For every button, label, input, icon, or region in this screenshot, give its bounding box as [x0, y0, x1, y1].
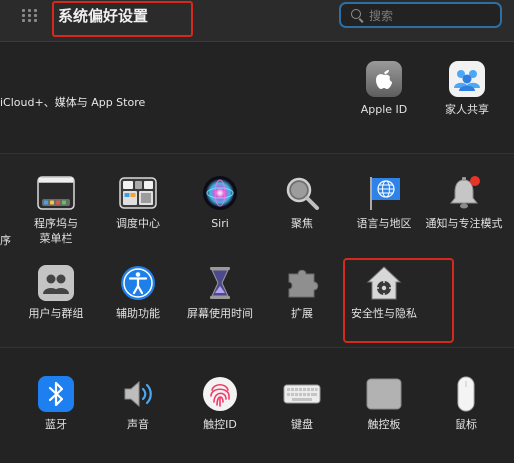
bell-icon	[445, 174, 483, 212]
language-flag-icon	[365, 174, 403, 212]
notifications-label: 通知与专注模式	[425, 217, 503, 230]
title-highlight-box	[52, 1, 193, 37]
pref-users-groups[interactable]: 用户与群组	[16, 264, 96, 321]
pref-touch-id[interactable]: 触控ID	[180, 375, 260, 432]
mission-control-label: 调度中心	[116, 217, 160, 230]
account-section: iCloud+、媒体与 App Store Apple ID 家人共享	[0, 42, 514, 154]
touch-id-label: 触控ID	[203, 418, 237, 431]
cut-off-label: 序	[0, 234, 11, 247]
sound-label: 声音	[127, 418, 149, 431]
mouse-icon	[447, 375, 485, 413]
trackpad-icon	[365, 375, 403, 413]
bluetooth-icon	[37, 375, 75, 413]
accessibility-label: 辅助功能	[116, 307, 160, 320]
pref-mouse[interactable]: 鼠标	[426, 375, 506, 432]
mouse-label: 鼠标	[455, 418, 477, 431]
spotlight-label: 聚焦	[291, 217, 313, 230]
toolbar: 系统偏好设置	[0, 0, 514, 42]
puzzle-piece-icon	[283, 264, 321, 302]
pref-language-region[interactable]: 语言与地区	[344, 174, 424, 231]
language-region-label: 语言与地区	[356, 217, 412, 230]
pref-screen-time[interactable]: 屏幕使用时间	[180, 264, 260, 321]
apple-id-label: Apple ID	[360, 103, 408, 116]
pref-spotlight[interactable]: 聚焦	[262, 174, 342, 231]
speaker-icon	[119, 375, 157, 413]
users-groups-label: 用户与群组	[28, 307, 84, 320]
pref-siri[interactable]: Siri	[180, 174, 260, 231]
search-field[interactable]	[339, 2, 502, 28]
trackpad-label: 触控板	[367, 418, 401, 431]
account-subtitle: iCloud+、媒体与 App Store	[0, 96, 146, 109]
family-sharing-label: 家人共享	[445, 103, 489, 116]
pref-mission-control[interactable]: 调度中心	[98, 174, 178, 231]
show-all-grid-icon[interactable]	[22, 9, 40, 23]
pref-apple-id[interactable]: Apple ID	[344, 60, 424, 117]
pref-dock-menubar[interactable]: 程序坞与 菜单栏	[16, 174, 96, 246]
search-input[interactable]	[367, 6, 491, 26]
pref-trackpad[interactable]: 触控板	[344, 375, 424, 432]
pref-sound[interactable]: 声音	[98, 375, 178, 432]
dock-label-line1: 程序坞与	[34, 217, 78, 230]
extensions-label: 扩展	[291, 307, 313, 320]
pref-accessibility[interactable]: 辅助功能	[98, 264, 178, 321]
keyboard-label: 键盘	[291, 418, 313, 431]
siri-label: Siri	[211, 217, 229, 230]
accessibility-icon	[119, 264, 157, 302]
fingerprint-icon	[201, 375, 239, 413]
mission-control-icon	[119, 174, 157, 212]
keyboard-icon	[283, 375, 321, 413]
hourglass-icon	[201, 264, 239, 302]
screen-time-label: 屏幕使用时间	[187, 307, 253, 320]
pref-extensions[interactable]: 扩展	[262, 264, 342, 321]
bluetooth-label: 蓝牙	[45, 418, 67, 431]
pref-notifications-focus[interactable]: 通知与专注模式	[424, 174, 504, 231]
apple-id-icon	[365, 60, 403, 98]
dock-label-line2: 菜单栏	[39, 232, 73, 245]
siri-icon	[201, 174, 239, 212]
pref-bluetooth[interactable]: 蓝牙	[16, 375, 96, 432]
dock-icon	[37, 174, 75, 212]
spotlight-icon	[283, 174, 321, 212]
users-icon	[37, 264, 75, 302]
security-highlight-box	[343, 258, 454, 343]
family-sharing-icon	[448, 60, 486, 98]
search-icon	[351, 9, 361, 19]
pref-keyboard[interactable]: 键盘	[262, 375, 342, 432]
pref-family-sharing[interactable]: 家人共享	[427, 60, 507, 117]
